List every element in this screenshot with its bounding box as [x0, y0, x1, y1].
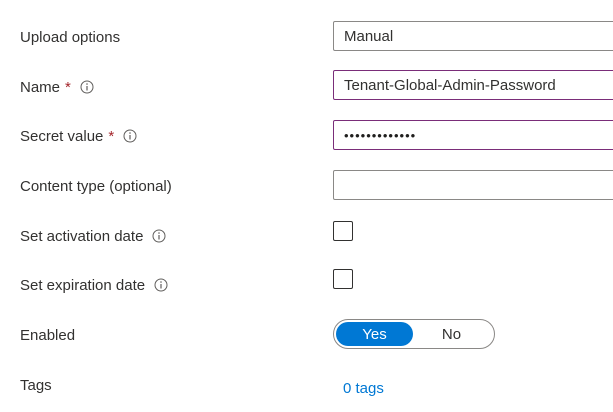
- enabled-no-option[interactable]: No: [413, 322, 490, 346]
- tags-label-text: Tags: [20, 376, 52, 394]
- name-label-text: Name: [20, 78, 61, 96]
- enabled-label-text: Enabled: [20, 326, 76, 344]
- create-secret-form: Upload options Manual Name * Secret valu…: [0, 0, 613, 412]
- secret-value-label-text: Secret value: [20, 127, 104, 145]
- name-label: Name *: [20, 77, 94, 97]
- content-type-input[interactable]: [344, 176, 612, 194]
- name-field[interactable]: [333, 70, 613, 100]
- activation-date-label: Set activation date: [20, 226, 166, 246]
- info-icon[interactable]: [152, 229, 166, 243]
- upload-options-label-text: Upload options: [20, 28, 121, 46]
- name-input[interactable]: [344, 76, 612, 94]
- upload-options-label: Upload options: [20, 27, 120, 47]
- required-marker: *: [108, 127, 115, 145]
- expiration-date-label: Set expiration date: [20, 275, 168, 295]
- content-type-field[interactable]: [333, 170, 613, 200]
- upload-options-dropdown[interactable]: Manual: [333, 21, 613, 51]
- secret-value-masked: •••••••••••••: [344, 127, 417, 143]
- info-icon[interactable]: [123, 129, 137, 143]
- secret-value-label: Secret value *: [20, 126, 137, 146]
- enabled-label: Enabled: [20, 325, 75, 345]
- content-type-label-text: Content type (optional): [20, 177, 172, 195]
- content-type-label: Content type (optional): [20, 176, 172, 196]
- info-icon[interactable]: [154, 278, 168, 292]
- required-marker: *: [65, 78, 71, 96]
- enabled-yes-option[interactable]: Yes: [336, 322, 413, 346]
- activation-date-label-text: Set activation date: [20, 227, 144, 245]
- expiration-date-checkbox[interactable]: [333, 269, 353, 289]
- activation-date-checkbox[interactable]: [333, 221, 353, 241]
- upload-options-value: Manual: [344, 27, 394, 45]
- tags-label: Tags: [20, 375, 52, 395]
- enabled-toggle[interactable]: Yes No: [333, 319, 495, 349]
- info-icon[interactable]: [80, 80, 94, 94]
- secret-value-field[interactable]: •••••••••••••: [333, 120, 613, 150]
- expiration-date-label-text: Set expiration date: [20, 276, 146, 294]
- tags-link[interactable]: 0 tags: [343, 380, 384, 397]
